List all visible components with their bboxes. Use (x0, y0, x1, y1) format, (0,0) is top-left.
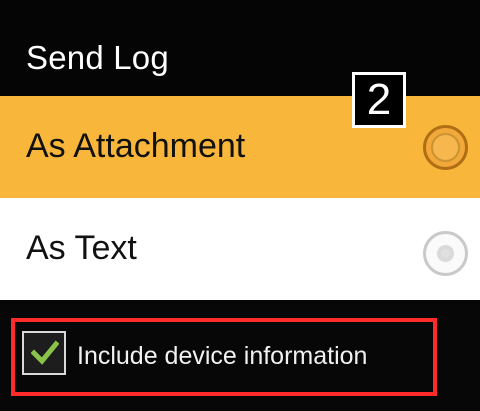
radio-unselected-icon[interactable] (423, 231, 468, 276)
annotation-highlight-box (11, 318, 437, 396)
send-log-dialog: Send Log 2 As Attachment As Text Include… (0, 0, 480, 411)
dialog-title-bar: Send Log (0, 0, 480, 96)
screenshot-frame: Send Log 2 As Attachment As Text Include… (0, 0, 480, 411)
option-label-as-attachment: As Attachment (26, 127, 246, 165)
option-label-as-text: As Text (26, 229, 137, 267)
option-as-attachment[interactable]: As Attachment (0, 96, 480, 198)
dialog-title: Send Log (26, 39, 169, 76)
step-badge: 2 (352, 72, 406, 128)
radio-selected-icon[interactable] (423, 125, 468, 170)
option-as-text[interactable]: As Text (0, 198, 480, 300)
